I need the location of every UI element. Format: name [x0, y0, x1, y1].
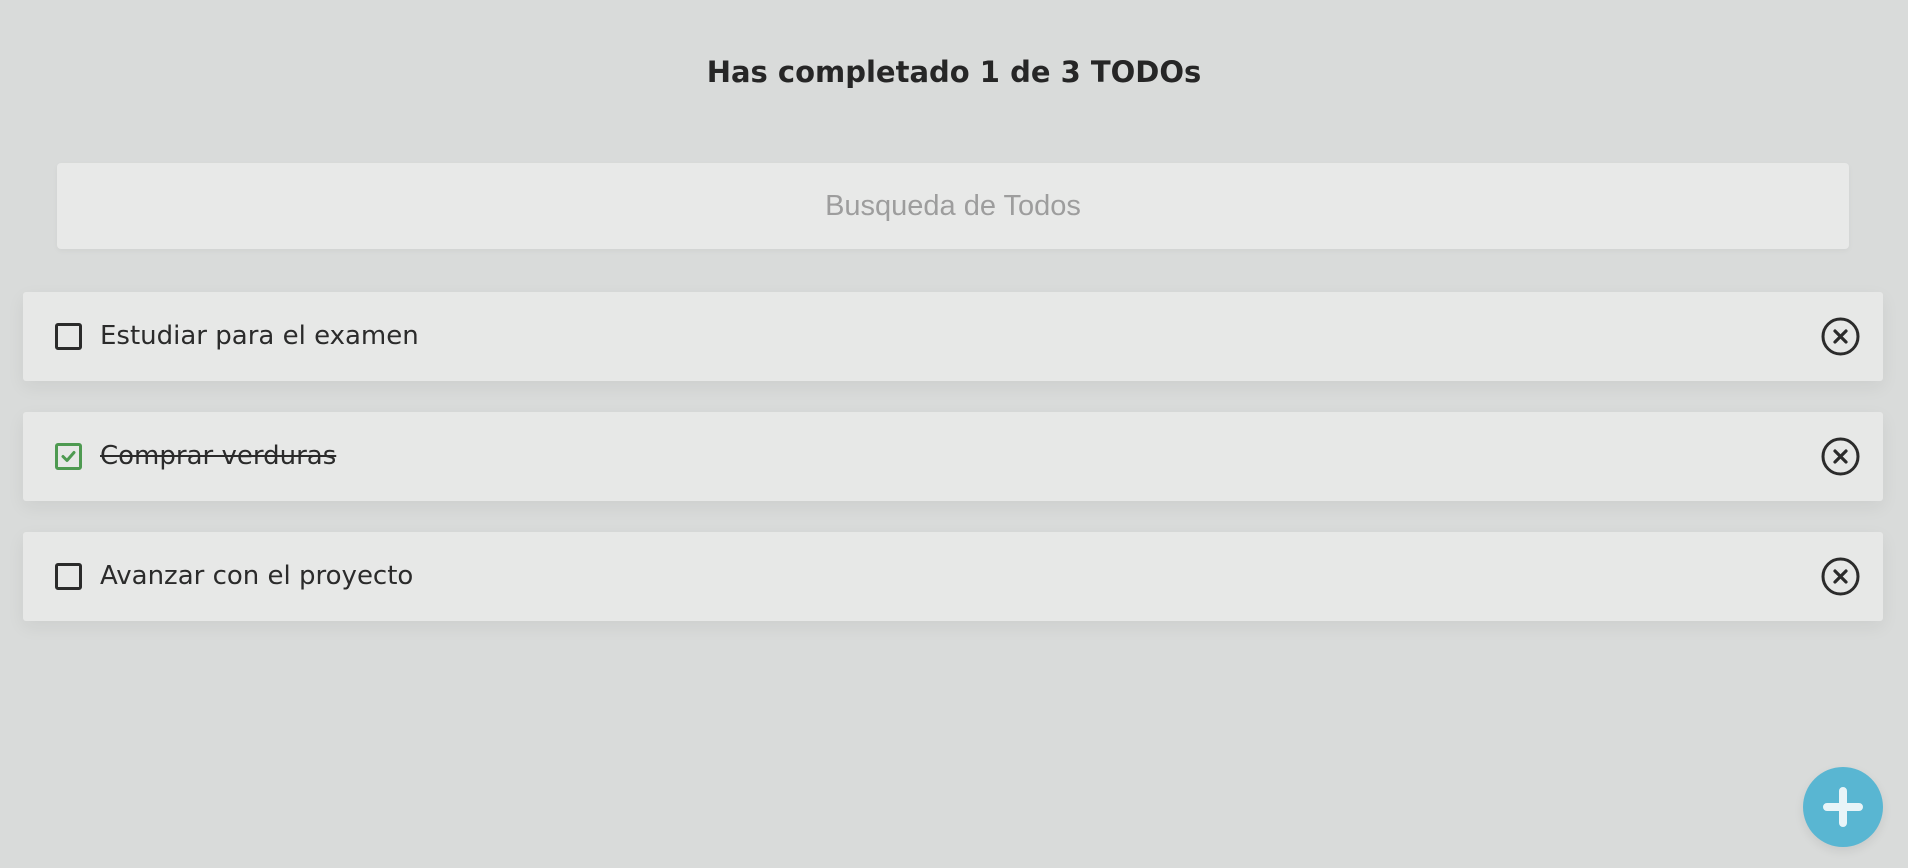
- delete-button[interactable]: [1821, 317, 1860, 356]
- x-circle-icon: [1821, 437, 1860, 476]
- todo-item: Avanzar con el proyecto: [23, 532, 1883, 621]
- search-input[interactable]: [57, 163, 1849, 249]
- add-todo-button[interactable]: [1803, 767, 1883, 847]
- check-icon: [61, 451, 76, 462]
- todo-item: Estudiar para el examen: [23, 292, 1883, 381]
- page-title: Has completado 1 de 3 TODOs: [706, 55, 1202, 89]
- todo-text-completed: Comprar verduras: [100, 441, 337, 471]
- delete-button[interactable]: [1821, 557, 1860, 596]
- todo-checkbox-checked[interactable]: [55, 443, 82, 470]
- todo-text: Avanzar con el proyecto: [100, 561, 414, 591]
- todo-item: Comprar verduras: [23, 412, 1883, 501]
- todo-list: Estudiar para el examen Comprar verduras…: [23, 292, 1883, 652]
- x-circle-icon: [1821, 317, 1860, 356]
- todo-checkbox[interactable]: [55, 323, 82, 350]
- todo-checkbox[interactable]: [55, 563, 82, 590]
- x-circle-icon: [1821, 557, 1860, 596]
- todo-text: Estudiar para el examen: [100, 321, 419, 351]
- delete-button[interactable]: [1821, 437, 1860, 476]
- plus-icon: [1823, 787, 1863, 827]
